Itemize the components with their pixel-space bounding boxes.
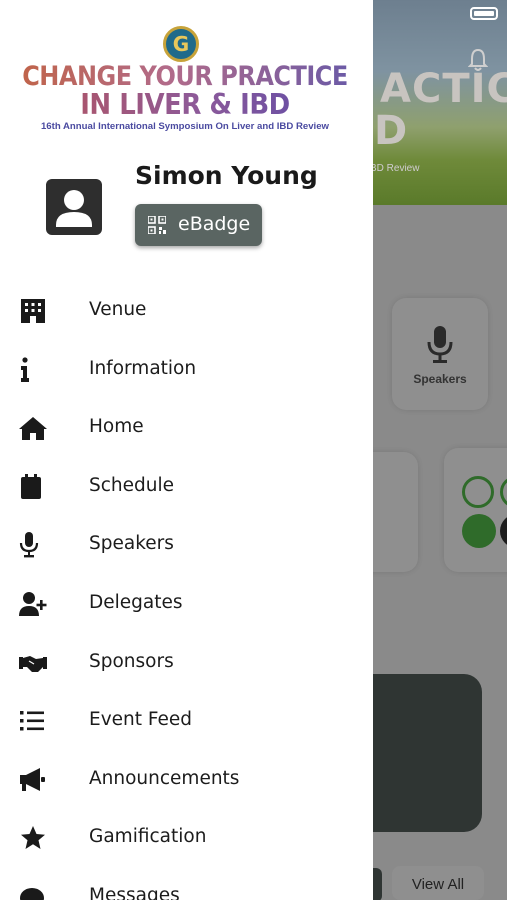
avatar[interactable]	[46, 179, 102, 235]
event-logo: CHANGE YOUR PRACTICE IN LIVER & IBD 16th…	[20, 26, 350, 136]
status-circle	[500, 476, 507, 508]
star-icon	[21, 826, 45, 850]
menu-item-label: Delegates	[89, 591, 183, 613]
menu-item-label: Announcements	[89, 767, 240, 789]
logo-seal-icon	[163, 26, 199, 62]
battery-icon	[470, 7, 498, 20]
menu-item-schedule[interactable]: Schedule	[0, 457, 373, 516]
logo-line2: IN LIVER & IBD	[20, 89, 350, 122]
menu-item-label: Venue	[89, 299, 147, 320]
menu-item-label: Information	[89, 357, 197, 379]
menu-item-label: Sponsors	[89, 650, 174, 672]
logo-line1: CHANGE YOUR PRACTICE	[20, 61, 350, 92]
menu-item-label: Schedule	[89, 474, 175, 496]
menu-item-announcements[interactable]: Announcements	[0, 750, 373, 809]
handshake-icon	[19, 655, 47, 672]
building-icon	[21, 299, 45, 323]
menu-item-label: Speakers	[89, 533, 174, 555]
menu-item-gamification[interactable]: Gamification	[0, 808, 373, 867]
speakers-tile[interactable]: Speakers	[392, 298, 488, 410]
menu-item-home[interactable]: Home	[0, 398, 373, 457]
hero-subtitle: D	[374, 108, 408, 154]
menu-item-delegates[interactable]: Delegates	[0, 574, 373, 633]
menu-item-sponsors[interactable]: Sponsors	[0, 633, 373, 692]
user-name: Simon Young	[135, 161, 318, 190]
menu-item-information[interactable]: Information	[0, 340, 373, 399]
logo-tagline: 16th Annual International Symposium On L…	[40, 121, 330, 132]
view-all-button[interactable]: View All	[392, 866, 484, 900]
microphone-icon	[19, 532, 39, 558]
menu-item-label: Gamification	[89, 826, 207, 848]
user-icon	[56, 190, 92, 227]
background-tile[interactable]	[444, 448, 507, 572]
speakers-tile-label: Speakers	[413, 372, 467, 386]
menu-item-label: Home	[89, 416, 144, 438]
megaphone-icon	[20, 767, 45, 791]
chat-icon	[20, 887, 44, 900]
home-icon	[19, 417, 47, 441]
menu-item-venue[interactable]: Venue	[0, 281, 373, 340]
bell-icon[interactable]	[468, 48, 488, 72]
microphone-icon	[427, 326, 453, 363]
drawer-menu: Venue Information Home Schedule Speakers…	[0, 281, 373, 900]
menu-item-event-feed[interactable]: Event Feed	[0, 691, 373, 750]
menu-item-label: Messages	[89, 884, 180, 900]
status-circle	[462, 514, 496, 548]
navigation-drawer: CHANGE YOUR PRACTICE IN LIVER & IBD 16th…	[0, 0, 373, 900]
hero-title: ACTICE	[380, 66, 507, 112]
calendar-icon	[21, 473, 41, 499]
ebadge-button[interactable]: eBadge	[135, 204, 262, 246]
list-icon	[20, 711, 44, 731]
info-icon	[21, 356, 29, 382]
status-circle	[462, 476, 494, 508]
qr-code-icon	[148, 216, 166, 234]
ebadge-label: eBadge	[178, 213, 251, 235]
menu-item-speakers[interactable]: Speakers	[0, 515, 373, 574]
menu-item-messages[interactable]: Messages	[0, 867, 373, 900]
hero-tagline: BD Review	[370, 163, 420, 174]
status-circle	[500, 514, 507, 548]
menu-item-label: Event Feed	[89, 709, 193, 731]
user-plus-icon	[19, 591, 47, 616]
